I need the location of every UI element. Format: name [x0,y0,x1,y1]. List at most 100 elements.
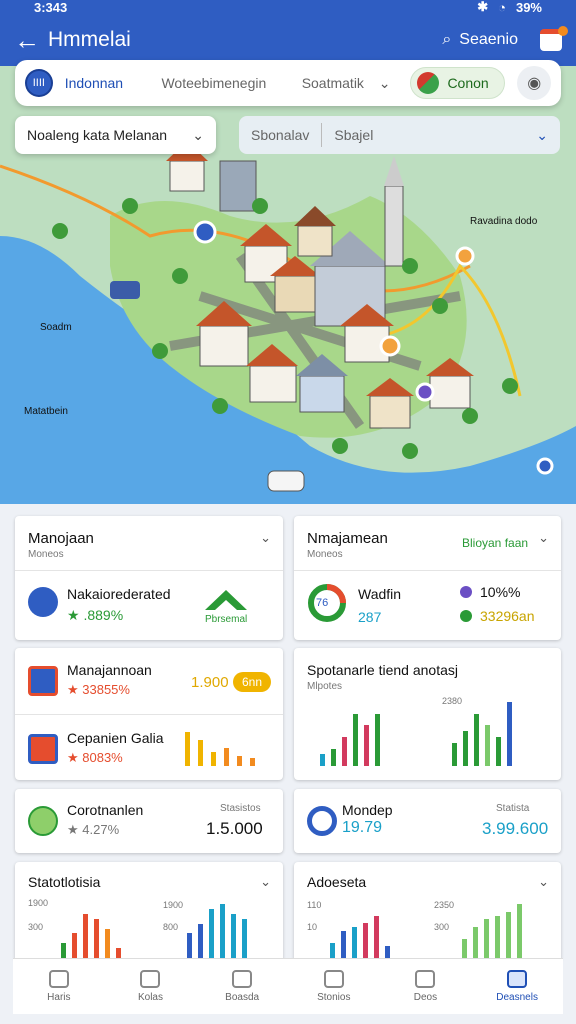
chart-series-a [61,904,121,958]
card-title: Corotnanlen [67,802,144,818]
calendar-icon[interactable] [540,26,568,51]
profile-icon [507,970,528,988]
metric-icon [28,587,58,617]
filter-category[interactable]: Woteebimenegin [161,75,301,91]
filter-status[interactable]: Soatmatik [302,75,379,91]
card-ranking[interactable]: Manajannoan ★ 33855% 1.900 6nn Cepanien … [15,648,283,780]
nav-label: Haris [47,992,71,1003]
nav-item-list[interactable]: Kolas [110,970,190,1003]
layer-dropdown-b: Sbajel [334,127,374,143]
axis-label: 300 [28,922,44,932]
trend-up-icon [205,590,247,610]
donut-value: 76 [316,597,329,609]
bottom-nav: Haris Kolas Boasda Stonios Deos Deasnels [13,958,563,1014]
chart-bar [495,916,500,958]
nav-item-profile[interactable]: Deasnels [477,970,557,1003]
nav-label: Deos [413,992,438,1003]
chart-bar [198,924,203,958]
chart-bar [224,748,229,766]
chart-bar [496,737,501,766]
row-value: ★ 33855% [67,682,130,697]
divider [15,714,283,715]
tools-icon [28,806,58,836]
chevron-down-icon[interactable]: ⌄ [260,530,271,546]
nav-item-map[interactable]: Boasda [202,970,282,1003]
user-icon[interactable]: ◉ [517,66,551,100]
chart-bar [484,919,489,958]
card-value: 19.79 [342,819,383,836]
chart-bar [83,914,88,958]
search-button[interactable]: ⌕ Seaenio [442,31,518,49]
app-bar: ← Hmmelai ⌕ Seaenio [0,14,576,66]
chart-bar [485,725,490,766]
mini-bars [185,730,255,766]
chart-bar [507,702,512,766]
location-dropdown[interactable]: Noaleng kata Melanan ⌄ [15,116,216,154]
chart-bar [385,946,390,958]
chart-bar [462,939,467,958]
nav-label: Deasnels [496,992,538,1003]
trend-label: Pbrsemal [205,614,248,625]
percent-value: 10%% [480,584,521,600]
nav-item-stats[interactable]: Stonios [294,970,374,1003]
filter-region[interactable]: Indonnan [65,75,162,91]
chart-bar [187,933,192,958]
card-title: Adoeseta [307,874,367,890]
chart-bar [363,923,368,958]
card-connections[interactable]: Corotnanlen ★ 4.27% Stasistos 1.5.000 [15,789,283,853]
chart-series-b [462,904,522,958]
chart-bar [61,943,66,958]
nav-label: Kolas [137,992,163,1003]
divider [294,570,561,571]
chart-bar [211,752,216,766]
row-number: 1.900 [191,674,229,691]
card-adoption[interactable]: Adoeseta ⌄ 110 10 2350 300 [294,862,561,962]
nav-label: Boasda [225,992,260,1003]
chart-bar [506,912,511,958]
back-icon[interactable]: ← [14,25,48,56]
chart-bar [116,948,121,958]
card-overview[interactable]: Manojaan Moneos ⌄ Nakaiorederated ★ .889… [15,516,283,640]
card-trend-chart[interactable]: Spotanarle tiend anotasj Mlpotes 2380 [294,648,561,780]
card-right-label: Blioyan faan [462,536,529,550]
wifi-icon: ◔ [498,0,506,15]
chart-bar [331,749,336,766]
region-badge[interactable]: IIII [25,69,53,97]
row-badge: 6nn [233,672,271,692]
chart-bar [320,754,325,766]
card-summary[interactable]: Nmajamean Moneos Blioyan faan ⌄ 76 Wadfi… [294,516,561,640]
card-side-label: Statista [496,803,530,814]
map-label-coast: Soadm [40,322,72,333]
card-value: ★ 4.27% [67,822,120,837]
card-big-number: 1.5.000 [206,819,263,838]
badge-icon [28,666,58,696]
card-title: Mondep [342,802,393,818]
card-title: Manojaan [28,530,94,547]
layer-dropdown-a: Sbonalav [251,127,310,143]
axis-label: 1900 [28,898,49,908]
chart-bar [463,731,468,766]
card-big-number: 3.99.600 [482,819,549,838]
chart-bar [452,743,457,766]
chart-bar [375,714,380,766]
card-title: Nmajamean [307,530,388,547]
chart-bar [517,904,522,958]
chart-bar [231,914,236,958]
page-title: Hmmelai [48,28,131,51]
card-monitor[interactable]: Mondep 19.79 Statista 3.99.600 [294,789,561,853]
chevron-down-icon[interactable]: ⌄ [379,75,391,92]
country-pill[interactable]: Conon [410,67,506,99]
chevron-down-icon[interactable]: ⌄ [538,530,549,546]
map-label-west: Matatbein [24,406,68,417]
nav-item-home[interactable]: Haris [19,970,99,1003]
chart-bar [185,732,190,766]
nav-item-docs[interactable]: Deos [385,970,465,1003]
chart-bar [364,725,369,766]
chevron-down-icon: ⌄ [192,126,204,143]
docs-icon [415,970,436,988]
chevron-down-icon[interactable]: ⌄ [260,874,271,890]
chart-bar [342,737,347,766]
layer-dropdown[interactable]: Sbonalav Sbajel ⌄ [239,116,560,154]
card-statistics[interactable]: Statotlotisia ⌄ 1900 300 1900 800 [15,862,283,962]
chevron-down-icon[interactable]: ⌄ [538,874,549,890]
